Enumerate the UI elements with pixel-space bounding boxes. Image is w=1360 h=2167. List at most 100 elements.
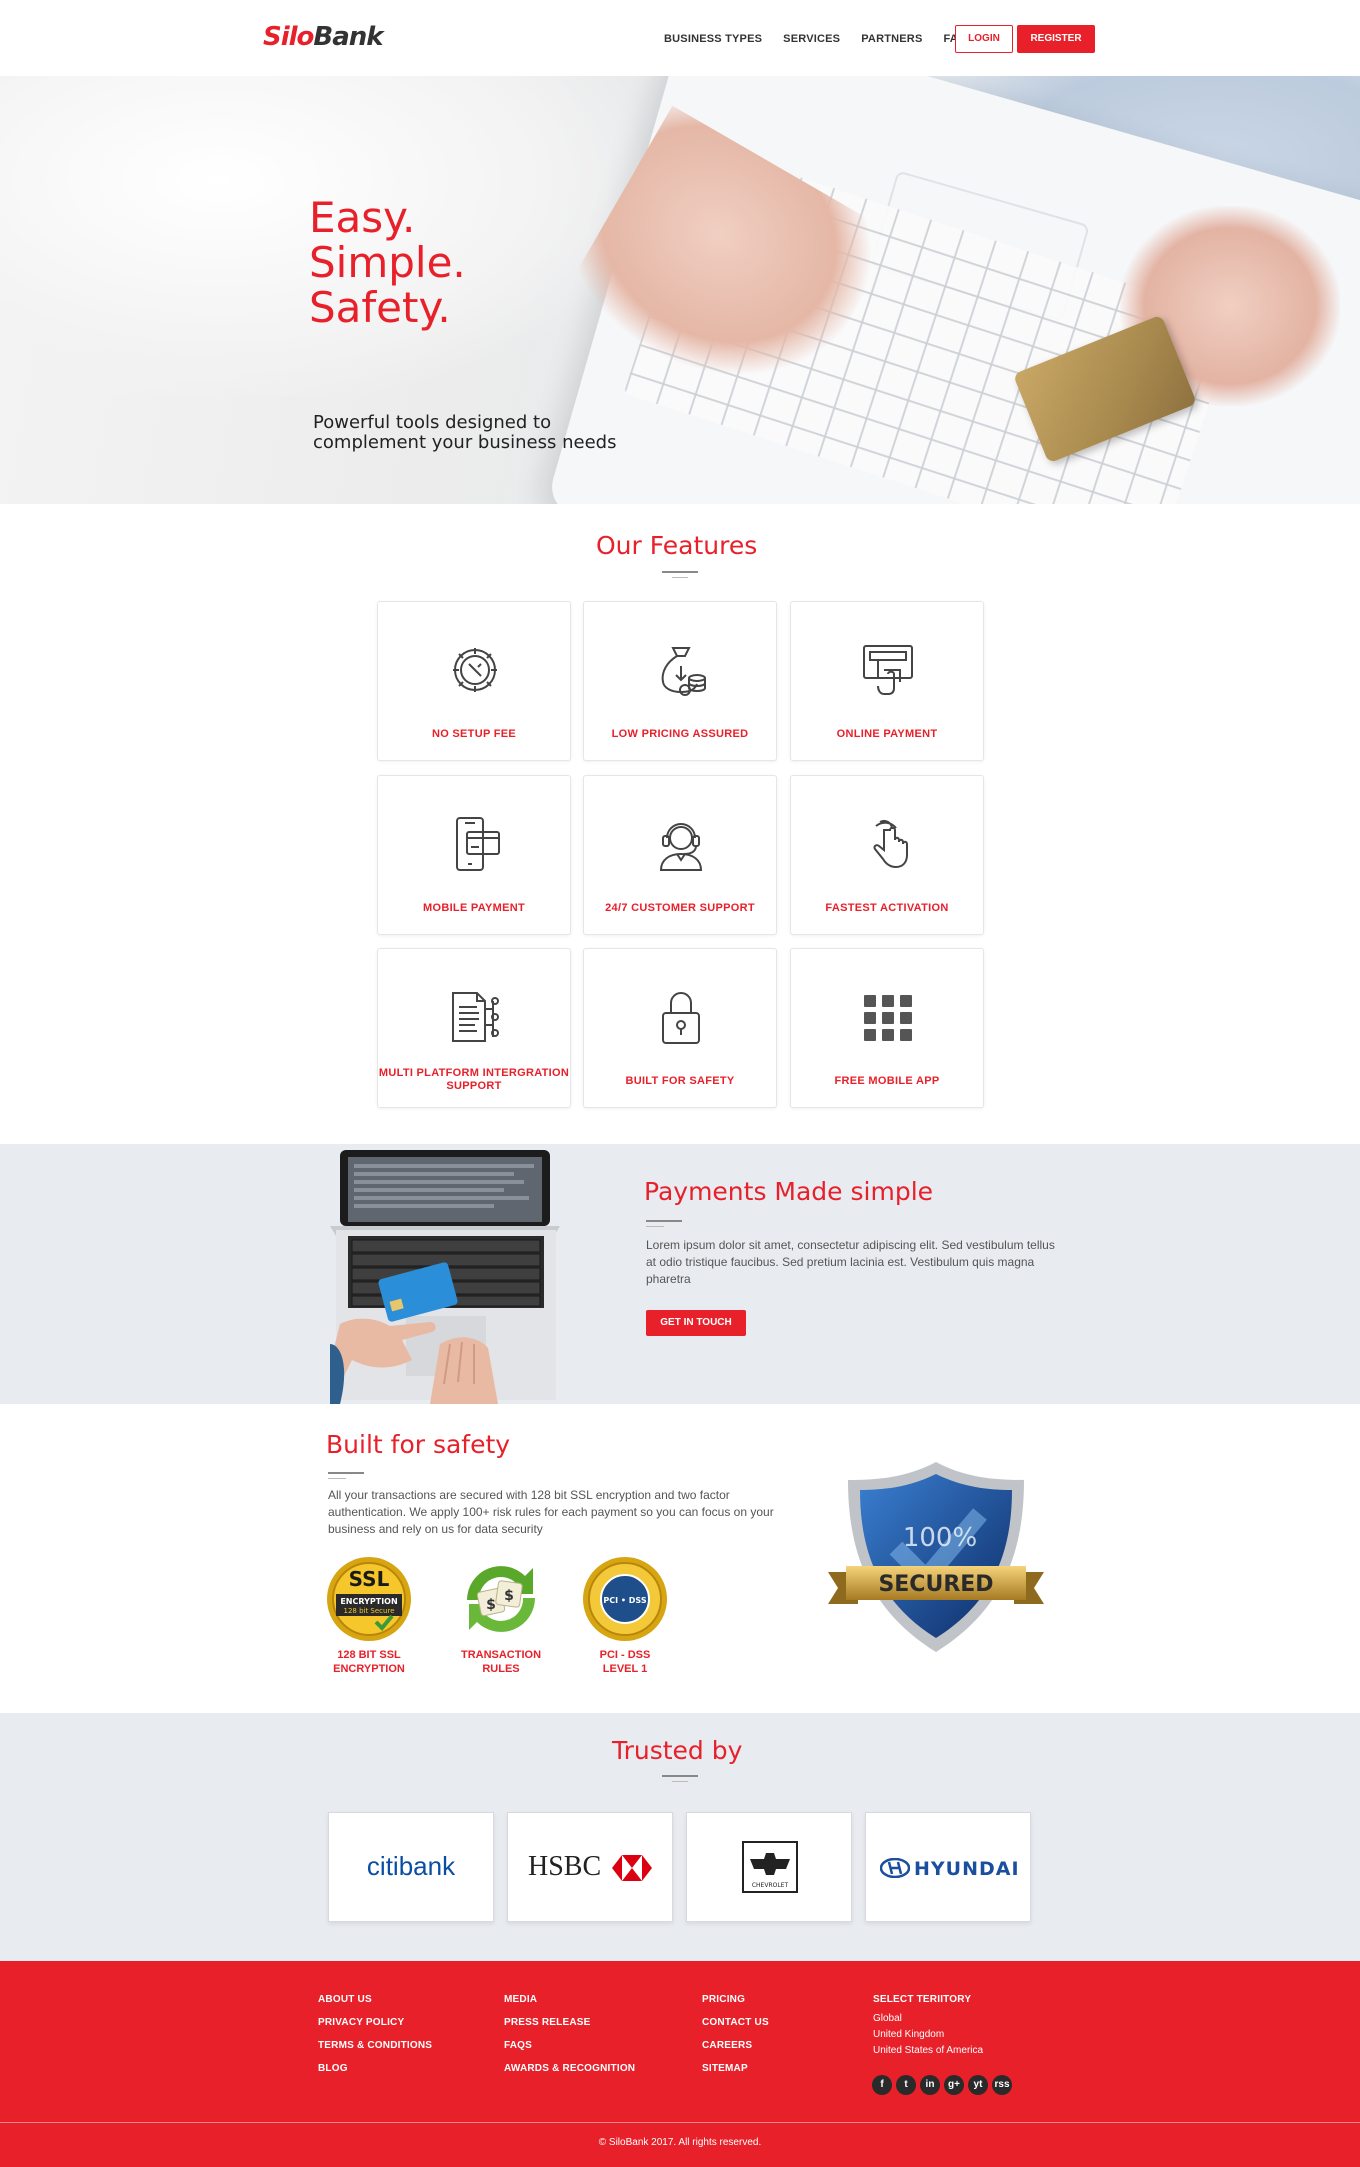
feature-card-low-pricing[interactable]: LOW PRICING ASSURED (583, 601, 777, 761)
footer-col-3: PRICING CONTACT US CAREERS SITEMAP (702, 1988, 769, 2080)
partner-name: citibank (366, 1851, 456, 1881)
payments-description: Lorem ipsum dolor sit amet, consectetur … (646, 1238, 1055, 1286)
footer-link-sitemap[interactable]: SITEMAP (702, 2057, 769, 2080)
nav-link-business-types[interactable]: BUSINESS TYPES (664, 33, 762, 45)
trusted-title-underline (662, 1775, 698, 1777)
footer-link-privacy-policy[interactable]: PRIVACY POLICY (318, 2011, 432, 2034)
territory-usa[interactable]: United States of America (873, 2043, 983, 2059)
nav-link-partners[interactable]: PARTNERS (861, 33, 922, 45)
payments-title-underline-small (646, 1226, 664, 1227)
footer-link-media[interactable]: MEDIA (504, 1988, 635, 2011)
ssl-seal-text: SSL (349, 1567, 390, 1591)
feature-card-mobile-payment[interactable]: MOBILE PAYMENT (377, 775, 571, 935)
feature-label: BUILT FOR SAFETY (625, 1075, 735, 1087)
footer-link-about-us[interactable]: ABOUT US (318, 1988, 432, 2011)
partner-card-chevrolet[interactable]: CHEVROLET (686, 1812, 852, 1922)
feature-label: LOW PRICING ASSURED (611, 728, 749, 740)
register-button[interactable]: REGISTER (1017, 25, 1095, 53)
chevrolet-logo-text: CHEVROLET (752, 1882, 789, 1889)
chevrolet-bowtie-icon: CHEVROLET (742, 1841, 798, 1893)
payments-title-underline (646, 1220, 682, 1222)
feature-card-no-setup-fee[interactable]: NO SETUP FEE (377, 601, 571, 761)
partner-name: HSBC (528, 1851, 602, 1882)
safety-title-underline-small (328, 1478, 346, 1479)
badge-transaction-line1: TRANSACTION (460, 1649, 542, 1661)
brand-logo[interactable]: SiloBank (263, 22, 384, 52)
shield-percent: 100% (903, 1523, 977, 1553)
nav-links: BUSINESS TYPES SERVICES PARTNERS FAQ (664, 33, 967, 45)
badge-transaction-line2: RULES (482, 1663, 520, 1675)
features-title-underline-small (672, 577, 688, 578)
feature-label: ONLINE PAYMENT (836, 728, 938, 740)
payments-title: Payments Made simple (644, 1177, 934, 1206)
badge-ssl: SSL ENCRYPTION 128 bit Secure 128 BIT SS… (309, 1556, 429, 1676)
googleplus-icon[interactable]: g+ (944, 2075, 964, 2095)
pci-dss-seal-icon: PCI • DSS (583, 1557, 667, 1641)
facebook-icon[interactable]: f (872, 2075, 892, 2095)
get-in-touch-button[interactable]: GET IN TOUCH (646, 1310, 746, 1336)
hero-line-simple: Simple. (309, 238, 466, 287)
badge-pci-line1: PCI - DSS (599, 1649, 651, 1661)
svg-text:$: $ (486, 1597, 496, 1613)
footer-link-terms[interactable]: TERMS & CONDITIONS (318, 2034, 432, 2057)
document-network-icon (452, 992, 499, 1042)
feature-label: 24/7 CUSTOMER SUPPORT (605, 902, 755, 914)
badge-pci-dss: PCI • DSS PCI - DSS LEVEL 1 (565, 1556, 685, 1676)
footer-link-press-release[interactable]: PRESS RELEASE (504, 2011, 635, 2034)
feature-card-fastest-activation[interactable]: FASTEST ACTIVATION (790, 775, 984, 935)
partner-card-hyundai[interactable]: HYUNDAI (865, 1812, 1031, 1922)
partner-card-citibank[interactable]: citibank (328, 1812, 494, 1922)
safety-title-underline (328, 1472, 364, 1474)
feature-label: FASTEST ACTIVATION (825, 902, 949, 914)
feature-card-free-mobile-app[interactable]: FREE MOBILE APP (790, 948, 984, 1108)
ssl-seal-mid: ENCRYPTION (340, 1597, 397, 1606)
feature-card-customer-support[interactable]: 24/7 CUSTOMER SUPPORT (583, 775, 777, 935)
feature-label: MULTI PLATFORM INTERGRATION SUPPORT (378, 1067, 570, 1092)
footer-link-careers[interactable]: CAREERS (702, 2034, 769, 2057)
login-button[interactable]: LOGIN (955, 25, 1013, 53)
twitter-icon[interactable]: t (896, 2075, 916, 2095)
hero-headline: Easy. Simple. Safety. (309, 195, 466, 330)
badge-ssl-line1: 128 BIT SSL (337, 1649, 401, 1661)
hero-line-easy: Easy. (309, 193, 416, 242)
hero-subtitle: Powerful tools designed to complement yo… (313, 412, 617, 453)
footer-link-blog[interactable]: BLOG (318, 2057, 432, 2080)
partner-name: HYUNDAI (914, 1858, 1020, 1880)
footer-territory: SELECT TERIITORY Global United Kingdom U… (873, 1988, 983, 2059)
footer-link-awards[interactable]: AWARDS & RECOGNITION (504, 2057, 635, 2080)
exchange-arrows-icon: $ $ (467, 1566, 535, 1632)
rss-icon[interactable]: rss (992, 2075, 1012, 2095)
features-title: Our Features (596, 531, 758, 560)
footer-divider (0, 2122, 1360, 2123)
trusted-title-underline-small (672, 1781, 688, 1782)
footer-link-faqs[interactable]: FAQS (504, 2034, 635, 2057)
mobile-card-icon (456, 817, 500, 871)
footer-link-contact-us[interactable]: CONTACT US (702, 2011, 769, 2034)
partner-card-hsbc[interactable]: HSBC (507, 1812, 673, 1922)
territory-uk[interactable]: United Kingdom (873, 2027, 983, 2043)
footer-link-pricing[interactable]: PRICING (702, 1988, 769, 2011)
feature-label: FREE MOBILE APP (834, 1075, 940, 1087)
copyright: © SiloBank 2017. All rights reserved. (598, 2137, 762, 2148)
territory-global[interactable]: Global (873, 2011, 983, 2027)
headset-icon (659, 823, 703, 871)
pci-seal-text: PCI • DSS (603, 1596, 646, 1605)
feature-label: MOBILE PAYMENT (423, 902, 525, 914)
youtube-icon[interactable]: yt (968, 2075, 988, 2095)
feature-card-online-payment[interactable]: ONLINE PAYMENT (790, 601, 984, 761)
feature-card-built-for-safety[interactable]: BUILT FOR SAFETY (583, 948, 777, 1108)
trusted-title: Trusted by (612, 1736, 743, 1765)
features-title-underline (662, 571, 698, 573)
ssl-seal-bot: 128 bit Secure (343, 1607, 394, 1615)
nav-link-services[interactable]: SERVICES (783, 33, 840, 45)
svg-text:$: $ (504, 1588, 514, 1604)
padlock-icon (662, 992, 700, 1044)
feature-card-multi-platform[interactable]: MULTI PLATFORM INTERGRATION SUPPORT (377, 948, 571, 1108)
linkedin-icon[interactable]: in (920, 2075, 940, 2095)
ssl-seal-icon: SSL ENCRYPTION 128 bit Secure (327, 1557, 411, 1641)
gear-wrench-icon (453, 648, 497, 692)
hsbc-hexagon-icon (612, 1855, 652, 1881)
safety-description: All your transactions are secured with 1… (328, 1488, 774, 1536)
logo-part-bank: Bank (313, 22, 383, 52)
safety-title: Built for safety (326, 1430, 511, 1459)
